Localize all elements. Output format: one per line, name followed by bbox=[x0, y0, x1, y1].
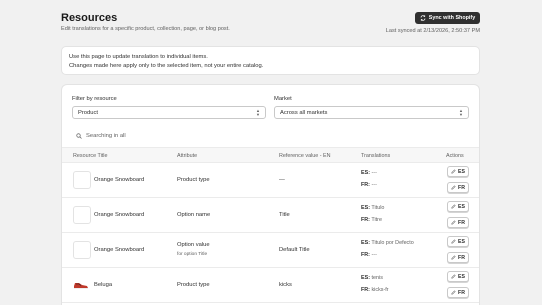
market-filter-value: Across all markets bbox=[280, 109, 328, 116]
edit-es-label: ES bbox=[458, 238, 465, 245]
resource-title: Orange Snowboard bbox=[94, 177, 145, 183]
page-title: Resources bbox=[61, 12, 118, 24]
resource-filter-select[interactable]: Product ▲ ▼ bbox=[72, 106, 266, 119]
reference-value: Title bbox=[279, 212, 290, 218]
edit-fr-label: FR bbox=[458, 184, 465, 191]
shoe-image bbox=[73, 276, 91, 294]
edit-fr-button[interactable]: FR bbox=[447, 217, 469, 228]
translation-fr-label: FR: bbox=[361, 217, 370, 223]
edit-fr-label: FR bbox=[458, 254, 465, 261]
search-icon bbox=[76, 133, 82, 139]
edit-fr-button[interactable]: FR bbox=[447, 287, 469, 298]
translation-fr: FR: --- bbox=[361, 252, 377, 258]
search-input[interactable]: Searching in all bbox=[76, 130, 276, 142]
edit-es-button[interactable]: ES bbox=[447, 236, 469, 247]
last-synced-text: Last synced at 2/13/2026, 2:50:37 PM bbox=[385, 28, 480, 34]
pencil-icon bbox=[451, 274, 456, 279]
info-line-2: Changes made here apply only to the sele… bbox=[69, 62, 264, 69]
edit-es-label: ES bbox=[458, 203, 465, 210]
image-placeholder bbox=[73, 241, 91, 259]
reference-value: kicks bbox=[279, 282, 292, 288]
refresh-icon bbox=[420, 15, 426, 21]
column-header-actions: Actions bbox=[446, 153, 464, 159]
attribute-name: Product type bbox=[177, 282, 210, 288]
search-placeholder: Searching in all bbox=[86, 133, 126, 139]
resource-title: Beluga bbox=[94, 282, 113, 288]
market-filter-select[interactable]: Across all markets ▲ ▼ bbox=[274, 106, 469, 119]
translation-es: ES: Titulo bbox=[361, 205, 384, 211]
translation-es: ES: tenis bbox=[361, 275, 383, 281]
translation-es-value: tenis bbox=[371, 275, 383, 281]
attribute-name: Option name bbox=[177, 212, 211, 218]
pencil-icon bbox=[451, 204, 456, 209]
edit-fr-label: FR bbox=[458, 219, 465, 226]
column-header-title: Resource Title bbox=[73, 153, 108, 159]
sync-button[interactable]: Sync with Shopify bbox=[415, 12, 480, 24]
translation-fr-value: Titre bbox=[371, 217, 382, 223]
pencil-icon bbox=[451, 169, 456, 174]
column-header-translations: Translations bbox=[361, 153, 391, 159]
table-row: Beluga Product type kicks ES: tenis FR: … bbox=[62, 268, 479, 303]
info-banner: Use this page to update translation to i… bbox=[61, 46, 480, 75]
translation-fr-value: --- bbox=[371, 252, 377, 258]
edit-es-button[interactable]: ES bbox=[447, 271, 469, 282]
translation-es-label: ES: bbox=[361, 240, 370, 246]
translation-fr-label: FR: bbox=[361, 287, 370, 293]
resources-card: Filter by resource Product ▲ ▼ Market Acr… bbox=[61, 84, 480, 305]
edit-fr-label: FR bbox=[458, 289, 465, 296]
translation-es-label: ES: bbox=[361, 205, 370, 211]
edit-es-button[interactable]: ES bbox=[447, 201, 469, 212]
translation-fr-label: FR: bbox=[361, 182, 370, 188]
translation-es-value: Titulo por Defecto bbox=[371, 240, 414, 246]
translation-fr-label: FR: bbox=[361, 252, 370, 258]
edit-fr-button[interactable]: FR bbox=[447, 252, 469, 263]
translation-fr-value: kicks-fr bbox=[371, 287, 389, 293]
translation-es-value: Titulo bbox=[371, 205, 385, 211]
edit-es-label: ES bbox=[458, 273, 465, 280]
pencil-icon bbox=[451, 239, 456, 244]
info-line-1: Use this page to update translation to i… bbox=[69, 54, 208, 60]
translation-es-label: ES: bbox=[361, 170, 370, 176]
translation-fr: FR: --- bbox=[361, 182, 377, 188]
pencil-icon bbox=[451, 255, 456, 260]
sync-button-label: Sync with Shopify bbox=[428, 15, 476, 21]
translation-es: ES: --- bbox=[361, 170, 377, 176]
table-row: Orange Snowboard Option name Title ES: T… bbox=[62, 198, 479, 233]
select-arrows-icon: ▲ ▼ bbox=[256, 108, 260, 117]
translation-fr-value: --- bbox=[371, 182, 377, 188]
column-header-attribute: Attribute bbox=[177, 153, 198, 159]
attribute-sub: for option Title bbox=[177, 252, 208, 257]
column-header-reference: Reference value - EN bbox=[279, 153, 331, 159]
image-placeholder bbox=[73, 171, 91, 189]
table-row: Orange Snowboard Option value for option… bbox=[62, 233, 479, 268]
translation-fr: FR: Titre bbox=[361, 217, 382, 223]
table-row: Orange Snowboard Product type — ES: --- … bbox=[62, 163, 479, 198]
attribute-name: Option value bbox=[177, 242, 210, 248]
resource-title: Orange Snowboard bbox=[94, 212, 145, 218]
market-filter-label: Market bbox=[274, 96, 292, 102]
translation-es-value: --- bbox=[371, 170, 377, 176]
edit-fr-button[interactable]: FR bbox=[447, 182, 469, 193]
edit-es-button[interactable]: ES bbox=[447, 166, 469, 177]
translation-es: ES: Titulo por Defecto bbox=[361, 240, 414, 246]
translation-es-label: ES: bbox=[361, 275, 370, 281]
page-subtitle: Edit translations for a specific product… bbox=[61, 26, 230, 32]
reference-value: Default Title bbox=[279, 247, 310, 253]
pencil-icon bbox=[451, 185, 456, 190]
pencil-icon bbox=[451, 290, 456, 295]
table-header: Resource Title Attribute Reference value… bbox=[62, 147, 479, 163]
resource-title: Orange Snowboard bbox=[94, 247, 145, 253]
image-placeholder bbox=[73, 206, 91, 224]
edit-es-label: ES bbox=[458, 168, 465, 175]
select-arrows-icon: ▲ ▼ bbox=[459, 108, 463, 117]
resource-filter-value: Product bbox=[78, 109, 98, 116]
attribute-name: Product type bbox=[177, 177, 210, 183]
resource-filter-label: Filter by resource bbox=[72, 96, 117, 102]
translation-fr: FR: kicks-fr bbox=[361, 287, 389, 293]
reference-value: — bbox=[279, 177, 285, 183]
pencil-icon bbox=[451, 220, 456, 225]
